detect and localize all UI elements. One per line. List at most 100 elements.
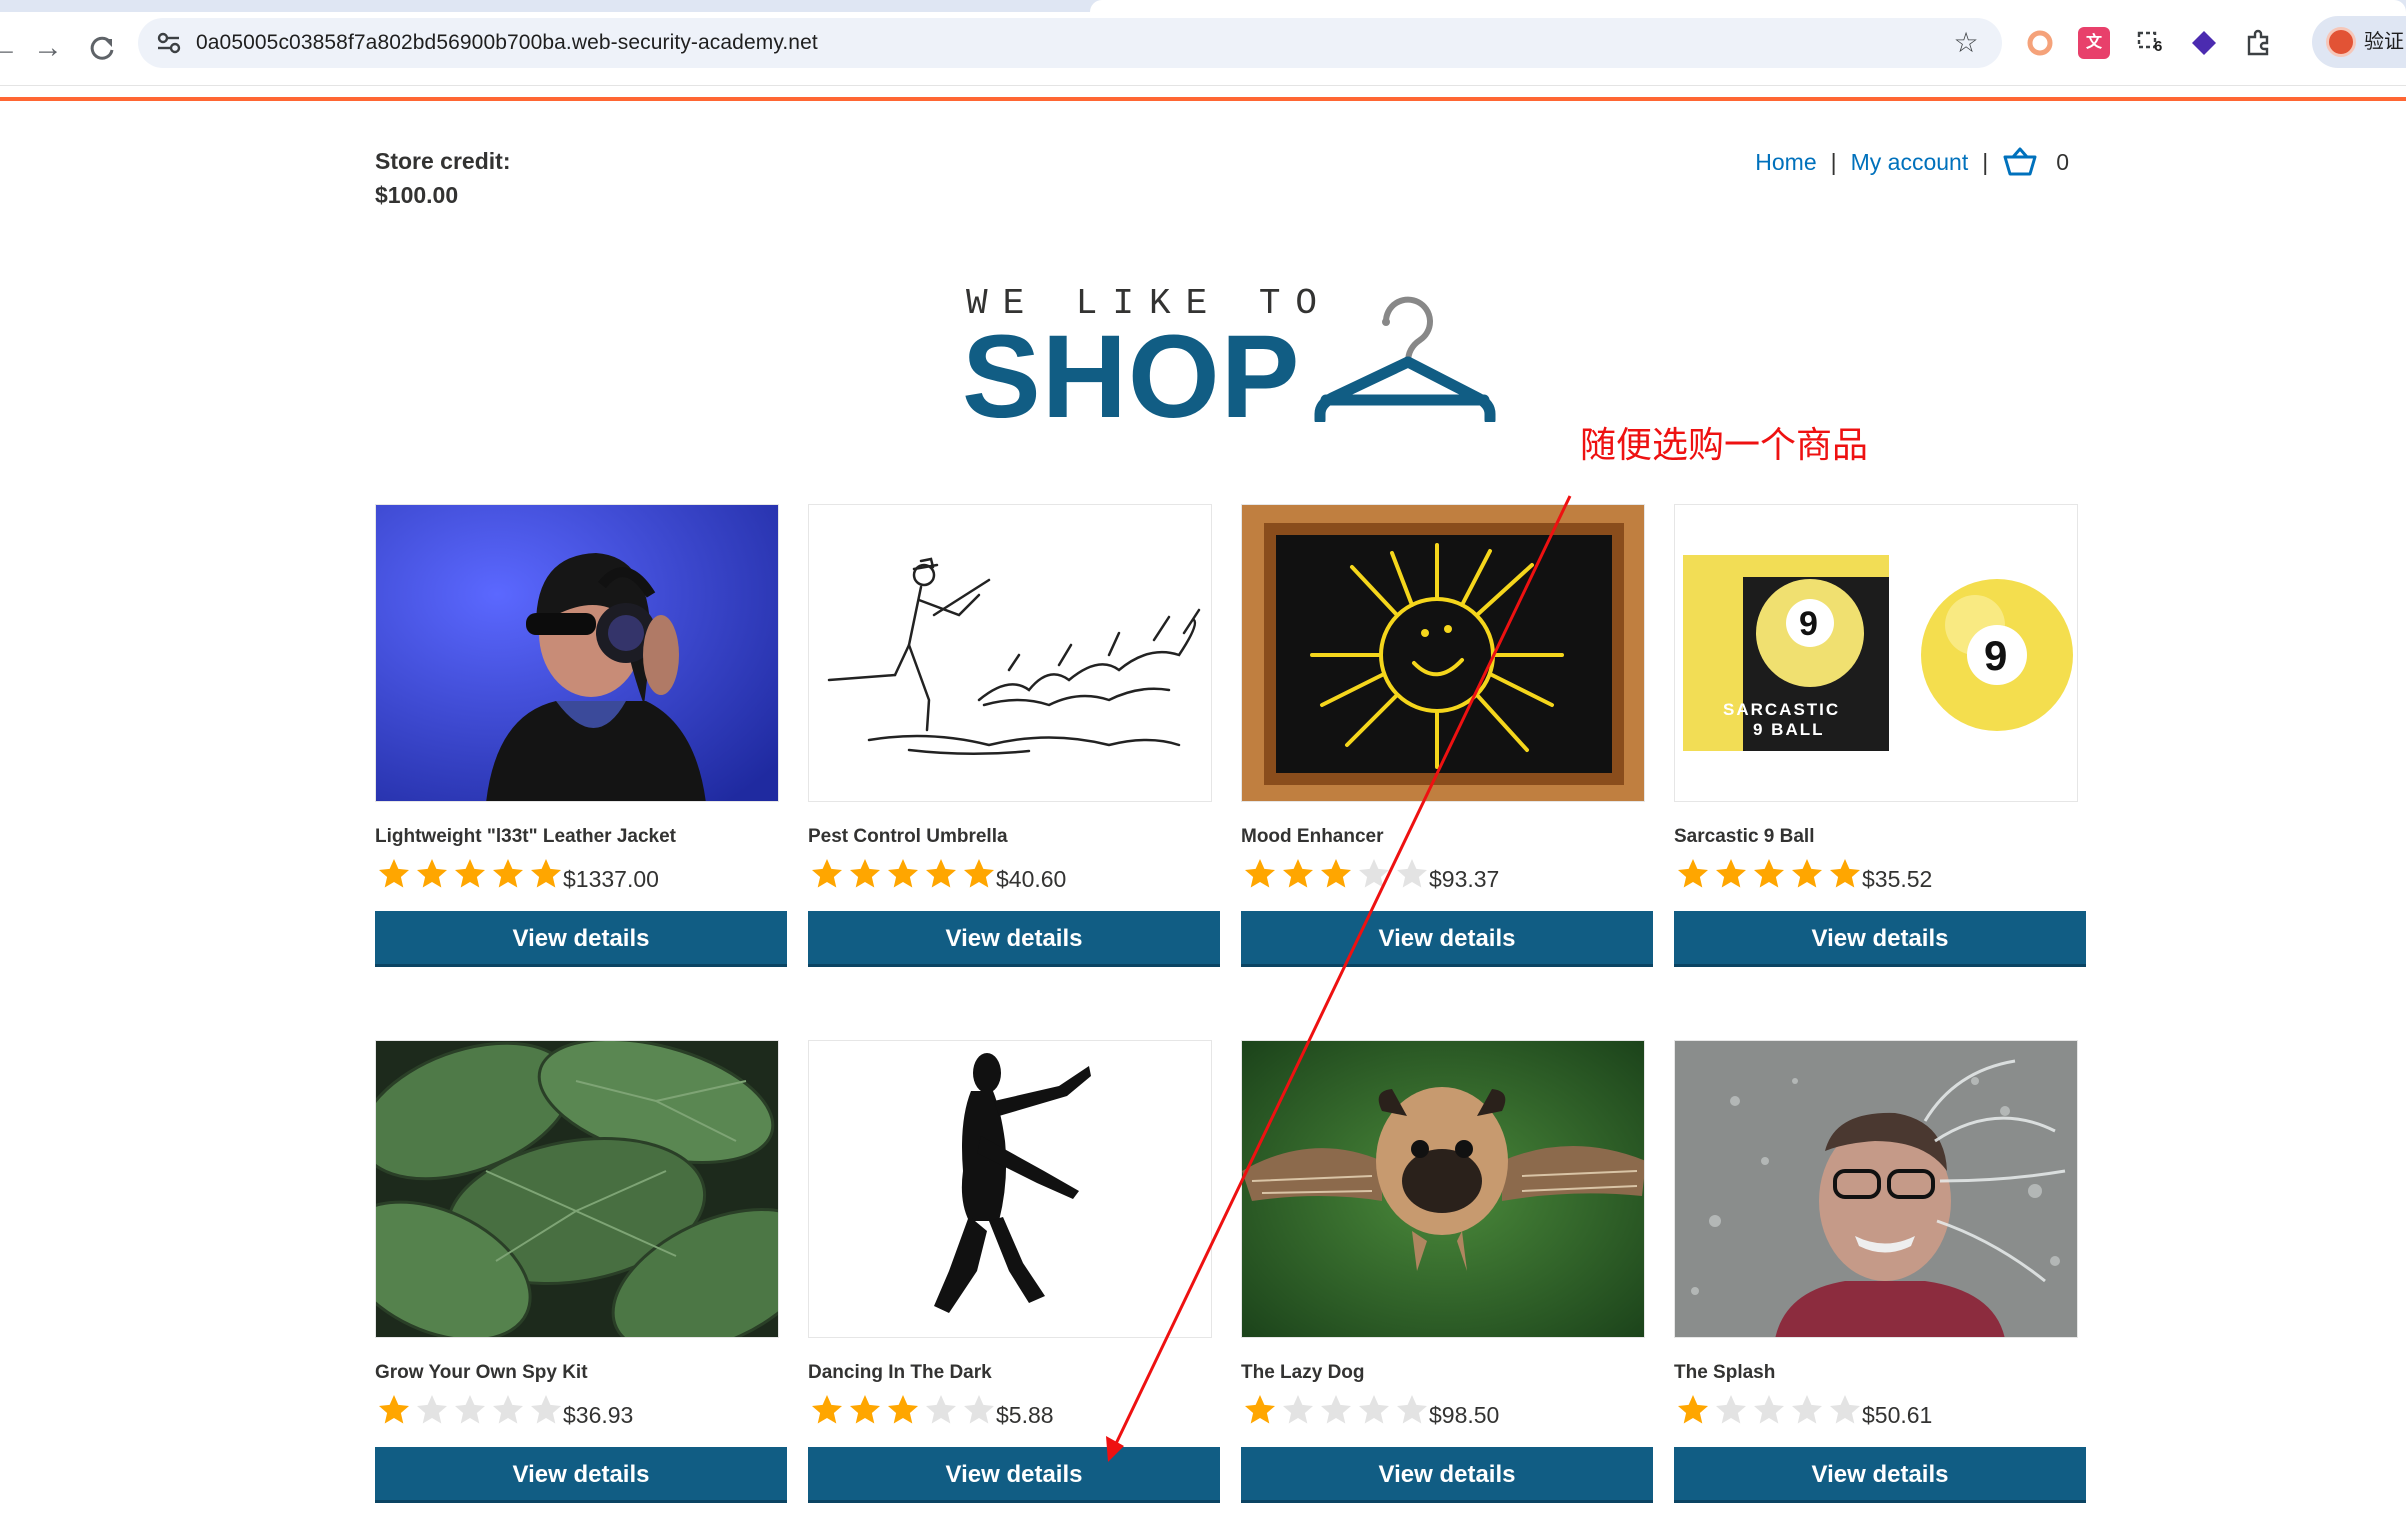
star-filled-icon (1678, 859, 1708, 888)
star-empty-icon (1830, 1395, 1860, 1424)
product-image-woman-headphones[interactable] (375, 504, 779, 802)
view-details-button[interactable]: View details (808, 911, 1220, 967)
product-image-sarcastic-9-ball[interactable]: 9 SARCASTIC 9 BALL 9 (1674, 504, 2078, 802)
star-empty-icon (1754, 1395, 1784, 1424)
star-filled-icon (1754, 859, 1784, 888)
star-filled-icon (926, 859, 956, 888)
purple-diamond-extension-icon[interactable] (2188, 27, 2220, 59)
extension-badge: 6 (2154, 38, 2163, 55)
product-price: $36.93 (563, 1402, 634, 1428)
store-credit-label: Store credit: (375, 148, 511, 174)
svg-text:9: 9 (1799, 605, 1818, 643)
star-empty-icon (1792, 1395, 1822, 1424)
product-image-the-splash[interactable] (1674, 1040, 2078, 1338)
view-details-button[interactable]: View details (375, 1447, 787, 1503)
view-details-button[interactable]: View details (1241, 1447, 1653, 1503)
hanger-icon (1314, 296, 1496, 422)
star-rating (808, 1392, 998, 1428)
forward-arrow-icon[interactable]: → (30, 30, 66, 66)
product-title: The Splash (1674, 1362, 1776, 1383)
star-empty-icon (1716, 1395, 1746, 1424)
nav-separator: | (1830, 148, 1837, 175)
star-rating (1674, 1392, 1864, 1428)
star-filled-icon (493, 859, 523, 888)
product-image-mood-enhancer[interactable] (1241, 504, 1645, 802)
puzzle-extensions-icon[interactable] (2242, 27, 2274, 59)
star-rating (1241, 856, 1431, 892)
product-image-pest-control-umbrella[interactable] (808, 504, 1212, 802)
star-filled-icon (417, 859, 447, 888)
site-settings-icon[interactable] (154, 28, 184, 58)
star-filled-icon (1283, 859, 1313, 888)
star-filled-icon (1716, 859, 1746, 888)
star-empty-icon (493, 1395, 523, 1424)
product-title: Lightweight "l33t" Leather Jacket (375, 826, 676, 847)
star-filled-icon (1321, 859, 1351, 888)
svg-text:SARCASTIC: SARCASTIC (1723, 700, 1840, 719)
star-filled-icon (812, 1395, 842, 1424)
nav-separator: | (1982, 148, 1989, 175)
product-price: $93.37 (1429, 866, 1500, 892)
star-rating (1241, 1392, 1431, 1428)
star-rating (808, 856, 998, 892)
url-text[interactable]: 0a05005c03858f7a802bd56900b700ba.web-sec… (196, 18, 818, 68)
svg-text:9: 9 (1984, 632, 2007, 679)
star-filled-icon (455, 859, 485, 888)
star-filled-icon (1678, 1395, 1708, 1424)
back-arrow-icon[interactable]: ← (0, 30, 22, 66)
star-filled-icon (964, 859, 994, 888)
page-accent-line (0, 97, 2406, 101)
store-credit-value: $100.00 (375, 182, 459, 208)
product-title: Sarcastic 9 Ball (1674, 826, 1815, 847)
translate-extension-icon[interactable]: 文 (2078, 27, 2110, 59)
nav-home-link[interactable]: Home (1755, 149, 1816, 176)
star-filled-icon (1245, 1395, 1275, 1424)
cart-count[interactable]: 0 (2056, 149, 2069, 176)
cart-basket-icon[interactable] (2002, 146, 2038, 178)
star-empty-icon (417, 1395, 447, 1424)
product-image-dancing-in-the-dark[interactable] (808, 1040, 1212, 1338)
browser-tab-active[interactable] (1090, 0, 2406, 12)
star-empty-icon (1283, 1395, 1313, 1424)
star-filled-icon (888, 1395, 918, 1424)
product-price: $1337.00 (563, 866, 659, 892)
star-rating (1674, 856, 1864, 892)
bookmark-star-icon[interactable]: ☆ (1950, 27, 1982, 59)
product-title: Grow Your Own Spy Kit (375, 1362, 588, 1383)
star-empty-icon (1397, 859, 1427, 888)
address-bar[interactable]: 0a05005c03858f7a802bd56900b700ba.web-sec… (138, 18, 2002, 68)
browser-tab-inactive[interactable] (0, 0, 1070, 12)
star-empty-icon (531, 1395, 561, 1424)
product-title: Mood Enhancer (1241, 826, 1384, 847)
star-empty-icon (926, 1395, 956, 1424)
annotation-text: 随便选购一个商品 (1580, 425, 1869, 466)
product-price: $98.50 (1429, 1402, 1500, 1428)
profile-button[interactable]: 验证 (2312, 16, 2406, 68)
product-title: Pest Control Umbrella (808, 826, 1008, 847)
product-title: Dancing In The Dark (808, 1362, 992, 1383)
star-empty-icon (1321, 1395, 1351, 1424)
svg-text:9 BALL: 9 BALL (1753, 720, 1825, 739)
reload-icon[interactable] (84, 30, 120, 66)
star-empty-icon (455, 1395, 485, 1424)
nav-my-account-link[interactable]: My account (1851, 149, 1969, 176)
product-image-spy-kit-leaves[interactable] (375, 1040, 779, 1338)
star-empty-icon (1359, 859, 1389, 888)
view-details-button[interactable]: View details (1674, 1447, 2086, 1503)
browser-tab-strip (0, 0, 2406, 12)
extension-orange-ring-icon[interactable] (2024, 27, 2056, 59)
product-price: $50.61 (1862, 1402, 1933, 1428)
product-price: $35.52 (1862, 866, 1933, 892)
view-details-button[interactable]: View details (808, 1447, 1220, 1503)
view-details-button[interactable]: View details (1241, 911, 1653, 967)
view-details-button[interactable]: View details (1674, 911, 2086, 967)
view-details-button[interactable]: View details (375, 911, 787, 967)
logo-shop-text: SHOP (962, 311, 1301, 443)
product-image-the-lazy-dog[interactable] (1241, 1040, 1645, 1338)
profile-label: 验证 (2364, 31, 2404, 53)
star-filled-icon (812, 859, 842, 888)
top-navigation: Home | My account | 0 (1755, 145, 2069, 179)
star-filled-icon (379, 1395, 409, 1424)
star-filled-icon (888, 859, 918, 888)
screenshot-extension-icon[interactable]: 6 (2134, 27, 2166, 59)
